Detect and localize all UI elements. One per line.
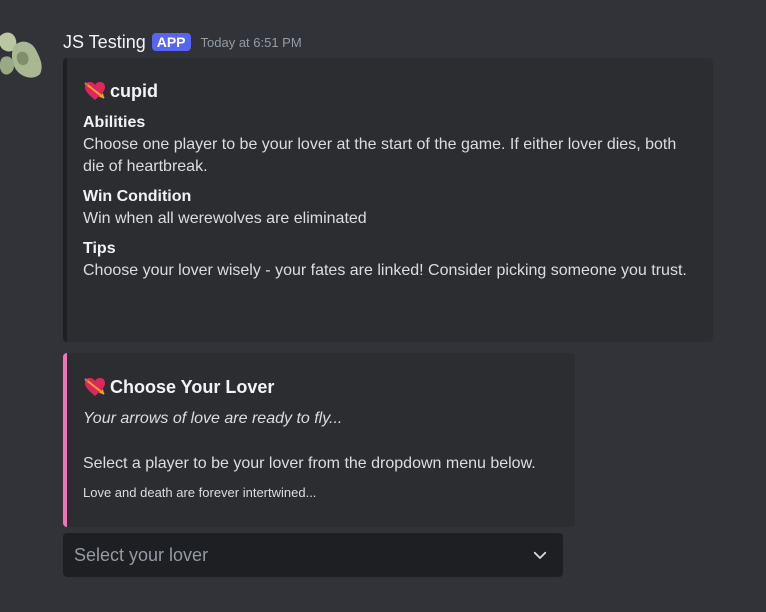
field-value-win-condition: Win when all werewolves are eliminated [83,210,367,227]
field-value-tips: Choose your lover wisely - your fates ar… [83,262,687,279]
field-value-abilities: Choose one player to be your lover at th… [83,136,677,175]
chevron-down-icon [533,551,547,559]
avatar[interactable] [0,28,44,82]
chat-message: JS Testing APP Today at 6:51 PM cupid Ab… [0,0,766,612]
embed-footer: Love and death are forever intertwined..… [83,485,317,500]
embed-title: Choose Your Lover [83,374,559,400]
app-badge: APP [151,33,191,51]
choose-lover-embed: Choose Your Lover Your arrows of love ar… [63,353,575,527]
role-embed: cupid Abilities Choose one player to be … [63,58,713,342]
embed-description-italic: Your arrows of love are ready to fly... [83,410,343,427]
heart-with-arrow-icon [84,82,105,100]
embed-title-text: cupid [110,80,158,101]
embed-title: cupid [83,78,697,104]
field-name-win-condition: Win Condition [83,188,192,205]
field-name-tips: Tips [83,240,116,257]
select-placeholder: Select your lover [74,544,209,565]
lover-select-dropdown[interactable]: Select your lover [63,533,563,577]
avatar-image [0,32,42,78]
username[interactable]: JS Testing [63,32,146,53]
timestamp[interactable]: Today at 6:51 PM [201,35,302,50]
field-name-abilities: Abilities [83,114,146,131]
message-header: JS Testing APP Today at 6:51 PM [63,31,302,53]
embed-description: Select a player to be your lover from th… [83,455,536,472]
embed-title-text: Choose Your Lover [110,376,275,397]
heart-with-arrow-icon [84,378,105,396]
